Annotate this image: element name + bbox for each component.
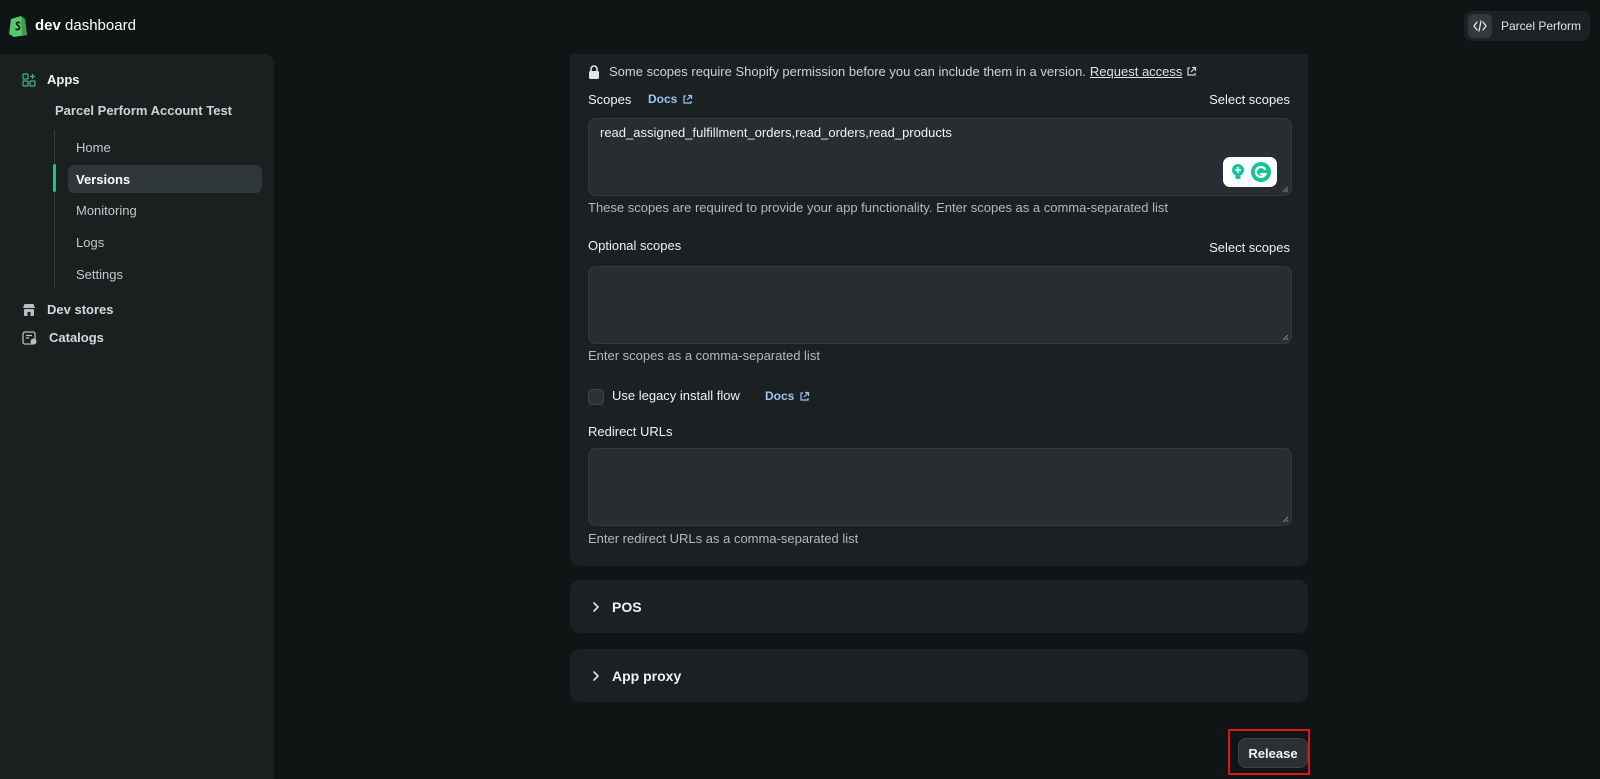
redirect-urls-textarea[interactable] — [588, 448, 1292, 526]
docs-link-label: Docs — [765, 389, 795, 403]
scopes-label: Scopes — [588, 92, 632, 107]
app-proxy-section[interactable]: App proxy — [570, 649, 1308, 702]
brand-title: dev dashboard — [35, 17, 136, 34]
lock-icon — [589, 64, 599, 79]
notice-text: Some scopes require Shopify permission b… — [609, 64, 1086, 79]
apps-icon — [22, 72, 36, 87]
sidebar-item-home[interactable]: Home — [68, 133, 262, 161]
shopify-logo-icon — [9, 16, 27, 37]
scopes-textarea[interactable]: read_assigned_fulfillment_orders,read_or… — [588, 118, 1292, 196]
legacy-install-checkbox[interactable] — [588, 389, 604, 405]
sidebar-item-settings[interactable]: Settings — [68, 260, 262, 288]
legacy-install-label[interactable]: Use legacy install flow — [612, 388, 740, 403]
resize-handle-icon[interactable] — [1281, 333, 1289, 341]
request-access-link[interactable]: Request access — [1090, 64, 1183, 79]
code-icon — [1467, 14, 1492, 38]
sidebar-item-catalogs[interactable]: Catalogs — [22, 330, 104, 345]
sidebar-item-monitoring[interactable]: Monitoring — [68, 196, 262, 224]
redirect-urls-label: Redirect URLs — [588, 424, 673, 439]
active-indicator — [53, 164, 56, 192]
sidebar-item-label: Catalogs — [49, 330, 104, 345]
store-icon — [23, 303, 35, 316]
optional-scopes-label: Optional scopes — [588, 238, 682, 253]
chevron-right-icon — [593, 601, 599, 612]
grammarly-widget[interactable] — [1223, 157, 1277, 187]
scopes-value: read_assigned_fulfillment_orders,read_or… — [600, 125, 952, 140]
optional-scopes-select-button[interactable]: Select scopes — [1209, 240, 1290, 255]
lightbulb-icon — [1231, 164, 1244, 179]
sidebar-item-apps[interactable]: Apps — [22, 72, 80, 87]
resize-handle-icon[interactable] — [1281, 185, 1289, 193]
sidebar-item-label: Dev stores — [47, 302, 114, 317]
account-name: Parcel Perform — [1500, 19, 1581, 33]
app-name[interactable]: Parcel Perform Account Test — [55, 103, 232, 118]
external-link-icon — [800, 391, 810, 401]
external-link-icon — [683, 94, 693, 104]
legacy-docs-link[interactable]: Docs — [765, 389, 810, 403]
account-switcher[interactable]: Parcel Perform — [1463, 11, 1590, 41]
docs-link-label: Docs — [648, 92, 678, 106]
resize-handle-icon[interactable] — [1281, 515, 1289, 523]
optional-scopes-textarea[interactable] — [588, 266, 1292, 344]
pos-section-label: POS — [612, 598, 642, 615]
top-bar: dev dashboard Parcel Perform — [0, 0, 1600, 52]
pos-section[interactable]: POS — [570, 580, 1308, 633]
external-link-icon — [1187, 66, 1197, 76]
sidebar-item-logs[interactable]: Logs — [68, 228, 262, 256]
chevron-right-icon — [593, 670, 599, 681]
catalog-icon — [22, 330, 37, 345]
sidebar — [0, 54, 274, 779]
release-button[interactable]: Release — [1238, 738, 1308, 768]
brand[interactable]: dev dashboard — [8, 14, 136, 37]
scopes-select-button[interactable]: Select scopes — [1209, 92, 1290, 107]
optional-scopes-help-text: Enter scopes as a comma-separated list — [588, 348, 820, 363]
sidebar-item-dev-stores[interactable]: Dev stores — [22, 302, 113, 317]
scopes-help-text: These scopes are required to provide you… — [588, 200, 1169, 215]
tree-line — [54, 130, 55, 287]
permission-notice: Some scopes require Shopify permission b… — [588, 64, 1197, 79]
redirect-urls-help-text: Enter redirect URLs as a comma-separated… — [588, 531, 859, 546]
app-proxy-section-label: App proxy — [612, 667, 682, 684]
grammarly-icon — [1250, 162, 1271, 182]
release-highlight-box: Release — [1228, 729, 1310, 775]
scopes-docs-link[interactable]: Docs — [648, 92, 693, 106]
sidebar-item-label: Apps — [47, 72, 80, 87]
sidebar-item-versions[interactable]: Versions — [68, 165, 262, 193]
access-scopes-card: Some scopes require Shopify permission b… — [570, 54, 1308, 566]
